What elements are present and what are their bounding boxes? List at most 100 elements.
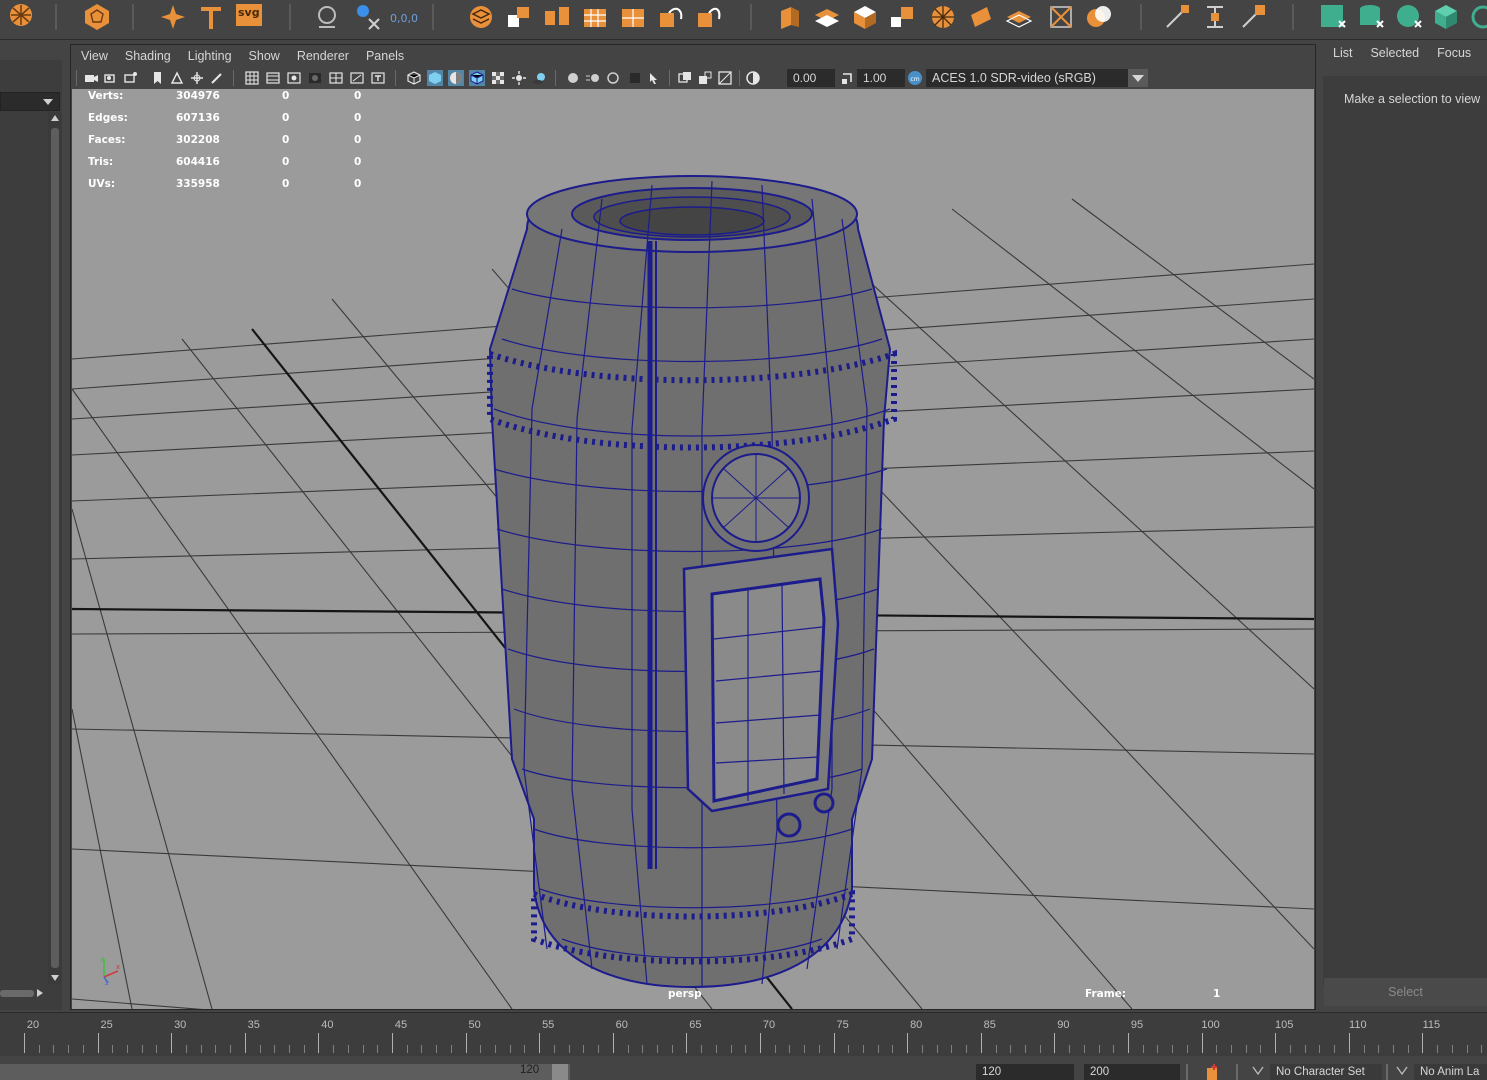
safe-title-icon[interactable] [370,70,386,86]
shelf-bevel-icon[interactable] [312,2,342,32]
depth-of-field-icon[interactable] [627,70,643,86]
lights-icon[interactable] [511,70,527,86]
scroll-down-arrow-icon[interactable] [50,974,60,982]
timeline-minor-tick [1407,1045,1409,1053]
chevron-down-icon[interactable] [1252,1066,1264,1076]
playback-end-field[interactable]: 200 [1084,1064,1180,1080]
bookmark-icon[interactable] [149,70,165,86]
shelf-sphere-uv-icon[interactable] [1394,2,1424,32]
chevron-down-icon[interactable] [1128,69,1148,87]
shelf-auto-uv-icon[interactable] [1468,2,1487,32]
chevron-down-icon[interactable] [1396,1066,1408,1076]
shelf-platonic-icon[interactable] [82,2,112,32]
shelf-box-icon[interactable] [850,2,880,32]
menu-renderer[interactable]: Renderer [297,49,349,63]
scroll-up-arrow-icon[interactable] [50,114,60,122]
shelf-wedge-icon[interactable] [966,2,996,32]
image-plane-icon[interactable] [169,70,185,86]
shelf-extrude-icon[interactable] [774,2,804,32]
shelf-reduce-icon[interactable] [618,2,648,32]
time-slider[interactable]: 20 25 30 35 40 45 50 55 60 65 70 75 80 85 90 95 100 105 11… [0,1012,1487,1056]
anti-aliasing-icon[interactable] [605,70,621,86]
left-vertical-scrollbar[interactable] [48,112,62,984]
menu-view[interactable]: View [81,49,108,63]
shelf-combine-icon[interactable] [504,2,534,32]
wireframe-shading-icon[interactable] [406,70,422,86]
field-chart-icon[interactable] [328,70,344,86]
color-space-select[interactable]: ACES 1.0 SDR-video (sRGB) [926,69,1148,87]
select-camera-icon[interactable] [83,70,99,86]
shelf-quaddraw-icon[interactable] [1238,2,1268,32]
menu-show[interactable]: Show [249,49,280,63]
shelf-clean-icon[interactable] [694,2,724,32]
select-button[interactable]: Select [1324,978,1487,1006]
menu-focus[interactable]: Focus [1437,46,1471,66]
shelf-uv-icon[interactable] [1318,2,1348,32]
pencil-icon[interactable] [209,70,225,86]
shelf-circle-icon[interactable] [928,2,958,32]
shelf-multicut-icon[interactable] [1162,2,1192,32]
film-gate-icon[interactable] [265,70,281,86]
xray-joints-icon[interactable] [697,70,713,86]
shelf-cube-uv-icon[interactable] [1432,2,1462,32]
shelf-bridge-icon[interactable] [812,2,842,32]
grid-toggle-icon[interactable] [189,70,205,86]
shelf-snap-icon[interactable] [352,2,382,32]
key-icon[interactable] [1204,1062,1222,1080]
shadows-icon[interactable] [532,70,548,86]
camera-attributes-icon[interactable] [103,70,119,86]
range-slider-handle[interactable] [552,1064,568,1080]
xray-icon[interactable] [677,70,693,86]
animation-end-field[interactable]: 120 [976,1064,1074,1080]
viewport-scene[interactable] [72,89,1314,1009]
isolate-select-icon[interactable] [647,70,663,86]
shelf-sparkle-icon[interactable] [158,2,188,32]
anim-layer-select[interactable]: No Anim La [1414,1064,1487,1080]
grid-display-icon[interactable] [244,70,260,86]
character-set-select[interactable]: No Character Set [1270,1064,1382,1080]
left-horizontal-scrollbar[interactable] [0,986,46,1000]
exposure-field[interactable]: 0.00 [787,69,835,87]
range-slider[interactable] [0,1064,570,1080]
shelf-edgeloop-icon[interactable] [1200,2,1230,32]
menu-list[interactable]: List [1333,46,1352,66]
resolution-gate-icon[interactable] [286,70,302,86]
menu-shading[interactable]: Shading [125,49,171,63]
shelf-mirror-icon[interactable] [656,2,686,32]
shelf-text-icon[interactable] [196,2,226,32]
timeline-tick [1201,1033,1203,1053]
shelf-cylinder-uv-icon[interactable] [1356,2,1386,32]
wireframe-on-shaded-icon[interactable] [469,70,485,86]
exposure-icon[interactable] [745,70,761,86]
scroll-right-arrow-icon[interactable] [36,988,44,998]
gamma-field[interactable]: 1.00 [857,69,905,87]
smooth-shade-icon[interactable] [427,70,443,86]
textured-icon[interactable] [490,70,506,86]
shelf-sphere-icon[interactable] [6,2,36,32]
camera-lock-icon[interactable] [123,70,139,86]
separator [1186,1064,1188,1080]
shelf-mesh-icon[interactable] [466,2,496,32]
scrollbar-thumb[interactable] [0,990,34,997]
shelf-smooth-icon[interactable] [580,2,610,32]
scrollbar-thumb[interactable] [51,128,59,968]
shelf-svg-icon[interactable]: svg [234,2,264,32]
color-management-icon[interactable]: cm [907,70,923,86]
gate-mask-icon[interactable] [307,70,323,86]
shelf-boolean-icon[interactable] [1084,2,1114,32]
gamma-icon[interactable] [839,70,855,86]
shelf-poke-icon[interactable] [1004,2,1034,32]
default-material-icon[interactable] [448,70,464,86]
safe-action-icon[interactable] [349,70,365,86]
screen-space-ao-icon[interactable] [565,70,581,86]
backface-culling-icon[interactable] [717,70,733,86]
menu-selected[interactable]: Selected [1370,46,1419,66]
menu-lighting[interactable]: Lighting [188,49,232,63]
menu-panels[interactable]: Panels [366,49,404,63]
shelf-append-icon[interactable] [888,2,918,32]
shelf-separate-icon[interactable] [542,2,572,32]
motion-blur-icon[interactable] [585,70,601,86]
left-panel-dropdown[interactable] [0,92,60,111]
shelf-fill-hole-icon[interactable] [1046,2,1076,32]
3d-viewport[interactable]: Verts: 304976 0 0 Edges: 607136 0 0 Face… [72,89,1314,1009]
